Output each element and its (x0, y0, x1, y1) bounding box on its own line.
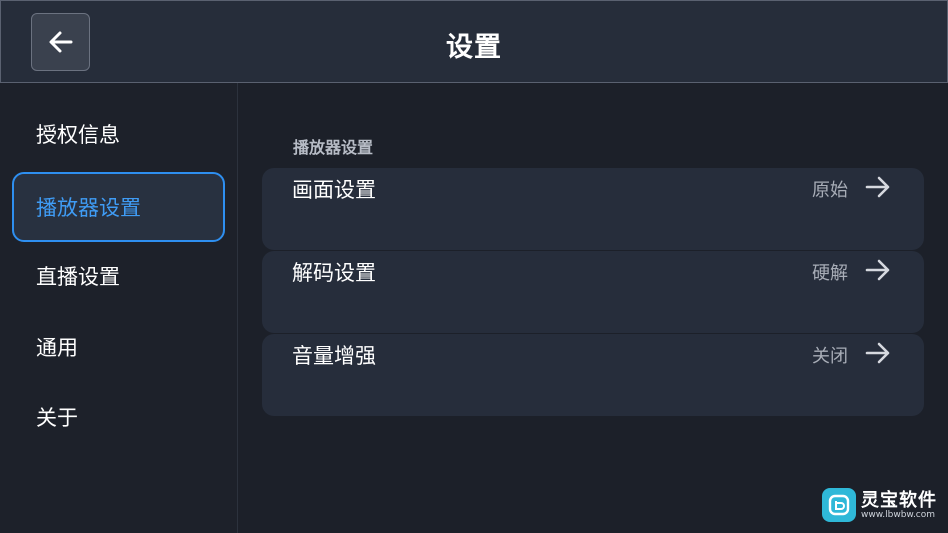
row-volume-boost[interactable]: 音量增强 关闭 (262, 334, 924, 416)
sidebar-item-about[interactable]: 关于 (12, 382, 225, 452)
watermark-logo: 灵宝软件 www.lbwbw.com (822, 487, 942, 523)
watermark-url: www.lbwbw.com (861, 510, 936, 520)
page-title: 设置 (446, 32, 502, 63)
row-label: 画面设置 (292, 178, 376, 202)
arrow-right-icon (865, 342, 890, 364)
row-label: 音量增强 (292, 344, 376, 368)
sidebar-item-general[interactable]: 通用 (12, 312, 225, 382)
sidebar-item-player-settings[interactable]: 播放器设置 (12, 172, 225, 242)
row-value: 硬解 (812, 263, 848, 284)
arrow-right-icon (865, 176, 890, 198)
row-picture-settings[interactable]: 画面设置 原始 (262, 168, 924, 250)
row-value: 关闭 (812, 346, 848, 367)
row-label: 解码设置 (292, 261, 376, 285)
row-decode-settings[interactable]: 解码设置 硬解 (262, 251, 924, 333)
settings-panel: 播放器设置 画面设置 原始 解码设置 硬解 音量增强 关闭 (239, 83, 948, 533)
header-bar: 设置 (0, 0, 948, 83)
logo-icon (822, 488, 856, 522)
sidebar-item-live-settings[interactable]: 直播设置 (12, 241, 225, 311)
sidebar: 授权信息 播放器设置 直播设置 通用 关于 (0, 83, 238, 533)
row-value: 原始 (812, 180, 848, 201)
watermark-name: 灵宝软件 (861, 490, 937, 511)
section-title: 播放器设置 (293, 138, 374, 157)
sidebar-item-license-info[interactable]: 授权信息 (12, 99, 225, 169)
arrow-right-icon (865, 259, 890, 281)
